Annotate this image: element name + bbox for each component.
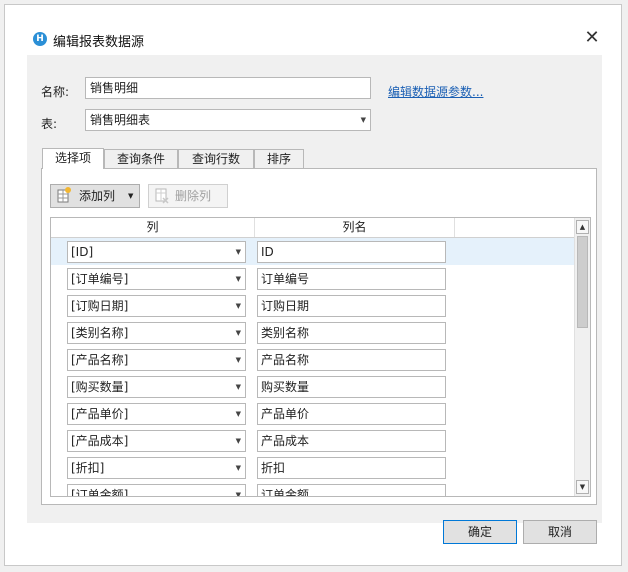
chevron-down-icon: ▼: [235, 302, 241, 310]
chevron-down-icon: ▼: [128, 192, 134, 200]
column-name-input[interactable]: 产品成本: [257, 430, 446, 452]
table-select-value: 销售明细表: [90, 113, 151, 127]
table-row[interactable]: [产品成本] ▼ 产品成本: [51, 427, 574, 454]
chevron-down-icon: ▼: [235, 491, 241, 497]
delete-column-icon: [155, 188, 169, 204]
column-name-input[interactable]: 产品名称: [257, 349, 446, 371]
edit-datasource-params-link[interactable]: 编辑数据源参数...: [388, 83, 483, 100]
chevron-down-icon: ▼: [235, 437, 241, 445]
name-label: 名称:: [41, 85, 70, 99]
tab-query-conditions[interactable]: 查询条件: [104, 149, 178, 168]
scroll-down-icon[interactable]: ▼: [576, 480, 589, 494]
name-input[interactable]: 销售明细: [85, 77, 371, 99]
tab-query-rows[interactable]: 查询行数: [178, 149, 254, 168]
header-column: 列: [51, 218, 255, 237]
select-items-panel: 添加列 ▼ 删除列 列 列名 [ID] ▼ ID [订单编号] ▼ 订单编号 […: [41, 168, 597, 505]
column-select[interactable]: [折扣] ▼: [67, 457, 246, 479]
table-row[interactable]: [订单编号] ▼ 订单编号: [51, 265, 574, 292]
add-column-button[interactable]: 添加列 ▼: [50, 184, 140, 208]
column-name-input[interactable]: 订单编号: [257, 268, 446, 290]
column-name-input[interactable]: 订单金额: [257, 484, 446, 496]
column-select[interactable]: [产品成本] ▼: [67, 430, 246, 452]
column-select-value: [类别名称]: [71, 326, 129, 340]
column-select[interactable]: [订购日期] ▼: [67, 295, 246, 317]
column-select[interactable]: [类别名称] ▼: [67, 322, 246, 344]
delete-column-label: 删除列: [175, 189, 212, 203]
table-row[interactable]: [ID] ▼ ID: [51, 238, 574, 265]
table-row[interactable]: [折扣] ▼ 折扣: [51, 454, 574, 481]
table-row[interactable]: [产品名称] ▼ 产品名称: [51, 346, 574, 373]
chevron-down-icon: ▼: [235, 464, 241, 472]
column-select-value: [产品单价]: [71, 407, 129, 421]
table-row[interactable]: [订购日期] ▼ 订购日期: [51, 292, 574, 319]
header-column-name: 列名: [255, 218, 455, 237]
edit-datasource-dialog: H 编辑报表数据源 ✕ 名称: 销售明细 编辑数据源参数... 表: 销售明细表…: [4, 4, 622, 566]
table-row[interactable]: [类别名称] ▼ 类别名称: [51, 319, 574, 346]
table-row[interactable]: [产品单价] ▼ 产品单价: [51, 400, 574, 427]
dialog-title: 编辑报表数据源: [53, 35, 145, 50]
tab-sort[interactable]: 排序: [254, 149, 304, 168]
ok-button[interactable]: 确定: [443, 520, 517, 544]
column-select[interactable]: [订单编号] ▼: [67, 268, 246, 290]
table-row[interactable]: [订单金额] ▼ 订单金额: [51, 481, 574, 497]
chevron-down-icon: ▼: [360, 116, 366, 124]
add-column-icon: [57, 187, 71, 203]
column-select-value: [产品成本]: [71, 434, 129, 448]
dialog-content: 名称: 销售明细 编辑数据源参数... 表: 销售明细表 ▼ 选择项 查询条件 …: [27, 55, 602, 523]
column-select[interactable]: [购买数量] ▼: [67, 376, 246, 398]
columns-grid: 列 列名 [ID] ▼ ID [订单编号] ▼ 订单编号 [订购日期] ▼ 订购日期: [50, 217, 591, 497]
column-select[interactable]: [产品名称] ▼: [67, 349, 246, 371]
grid-header: 列 列名: [51, 218, 574, 238]
chevron-down-icon: ▼: [235, 383, 241, 391]
chevron-down-icon: ▼: [235, 356, 241, 364]
column-select-value: [产品名称]: [71, 353, 129, 367]
add-column-label: 添加列: [79, 189, 116, 203]
table-row[interactable]: [购买数量] ▼ 购买数量: [51, 373, 574, 400]
tab-select-items[interactable]: 选择项: [42, 148, 104, 169]
column-select-value: [购买数量]: [71, 380, 129, 394]
column-select-value: [ID]: [71, 245, 94, 259]
column-name-input[interactable]: ID: [257, 241, 446, 263]
delete-column-button[interactable]: 删除列: [148, 184, 228, 208]
chevron-down-icon: ▼: [235, 329, 241, 337]
close-icon[interactable]: ✕: [583, 29, 601, 47]
app-logo-icon: H: [33, 32, 47, 46]
column-select[interactable]: [产品单价] ▼: [67, 403, 246, 425]
column-name-input[interactable]: 订购日期: [257, 295, 446, 317]
column-select-value: [订单编号]: [71, 272, 129, 286]
column-name-input[interactable]: 类别名称: [257, 322, 446, 344]
chevron-down-icon: ▼: [235, 248, 241, 256]
vertical-scrollbar[interactable]: ▲ ▼: [574, 218, 590, 496]
column-select[interactable]: [ID] ▼: [67, 241, 246, 263]
column-name-input[interactable]: 折扣: [257, 457, 446, 479]
chevron-down-icon: ▼: [235, 275, 241, 283]
column-name-input[interactable]: 购买数量: [257, 376, 446, 398]
scrollbar-thumb[interactable]: [577, 236, 588, 328]
column-select-value: [订购日期]: [71, 299, 129, 313]
cancel-button[interactable]: 取消: [523, 520, 597, 544]
column-name-input[interactable]: 产品单价: [257, 403, 446, 425]
title-bar: H 编辑报表数据源 ✕: [5, 5, 621, 50]
column-select[interactable]: [订单金额] ▼: [67, 484, 246, 497]
column-select-value: [订单金额]: [71, 488, 129, 497]
chevron-down-icon: ▼: [235, 410, 241, 418]
table-select[interactable]: 销售明细表 ▼: [85, 109, 371, 131]
column-select-value: [折扣]: [71, 461, 105, 475]
table-label: 表:: [41, 117, 58, 131]
scroll-up-icon[interactable]: ▲: [576, 220, 589, 234]
